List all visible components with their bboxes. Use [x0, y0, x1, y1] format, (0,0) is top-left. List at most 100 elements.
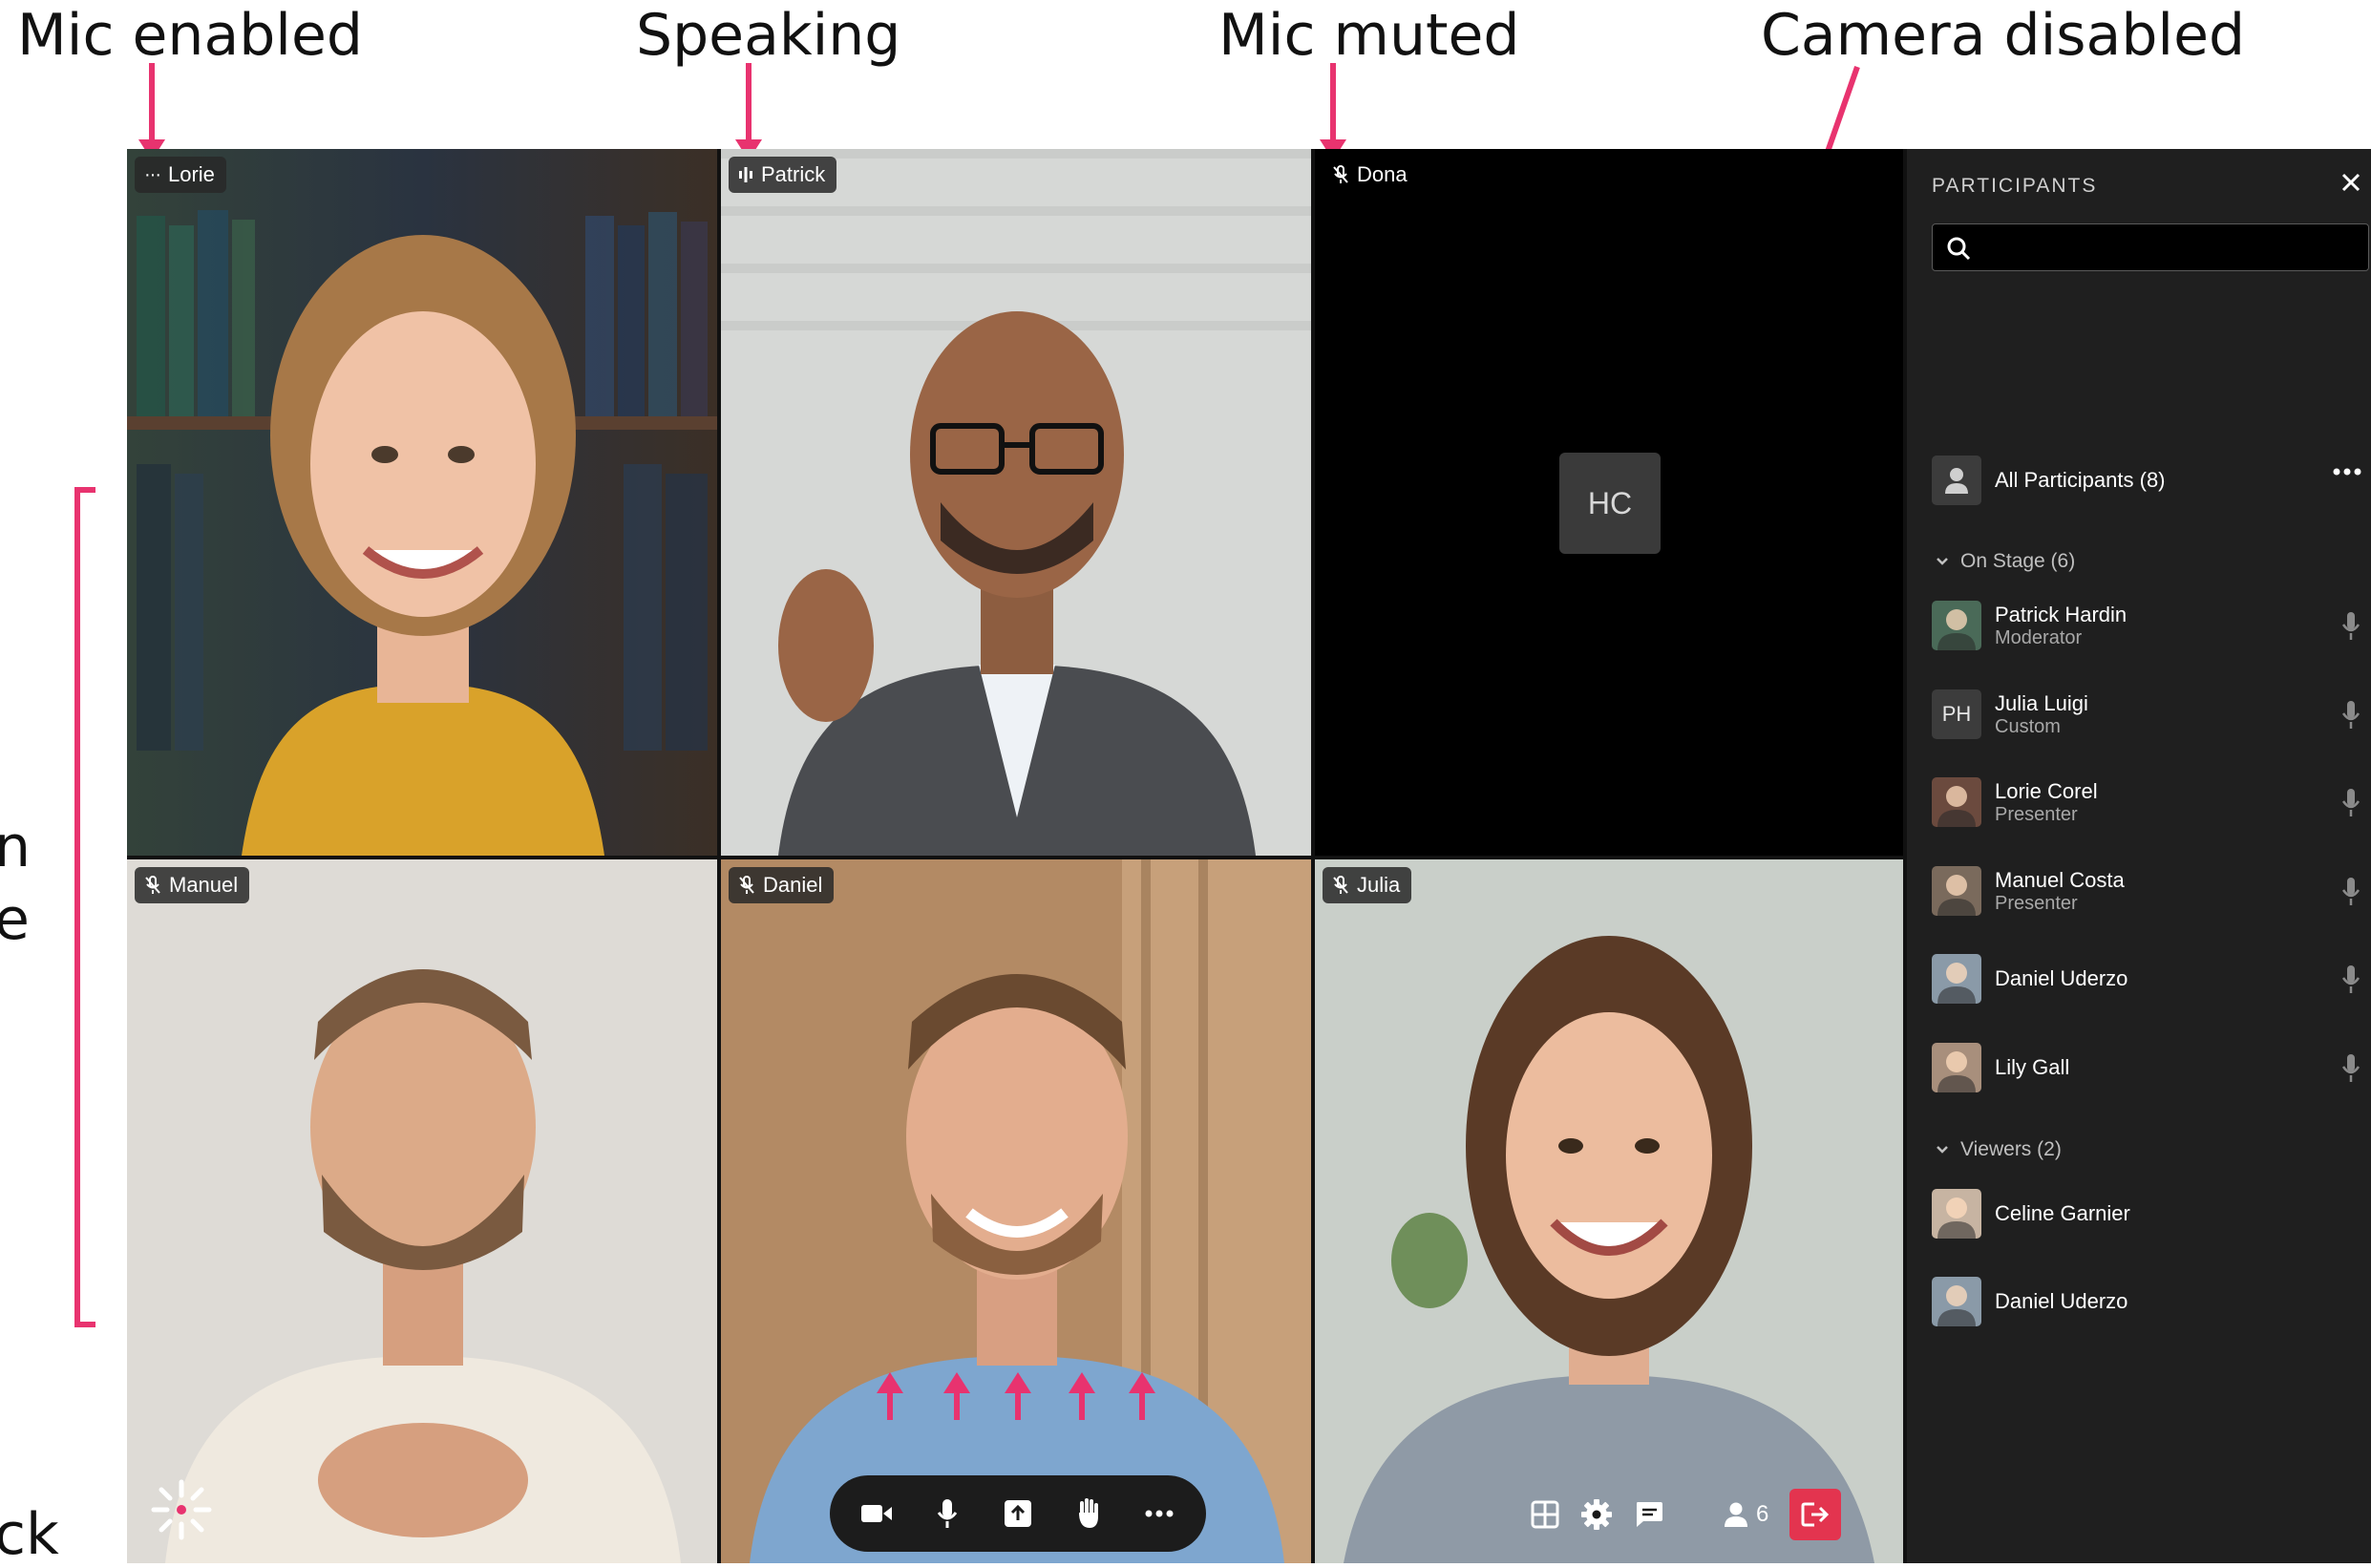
- microphone-icon: [937, 1499, 958, 1528]
- chevron-down-icon: [1937, 558, 1948, 565]
- participant-role: Custom: [1995, 715, 2061, 737]
- video-tile-lorie[interactable]: ··· Lorie: [127, 149, 717, 856]
- avatar-photo: [1937, 874, 1976, 916]
- close-icon[interactable]: [2340, 172, 2361, 193]
- more-icon[interactable]: [2333, 468, 2361, 476]
- avatar-photo: [1937, 1285, 1976, 1326]
- participant-name: Patrick Hardin: [1995, 603, 2128, 626]
- avatar: [1932, 954, 1981, 1004]
- tile-label: Patrick: [729, 157, 837, 193]
- mic-status: [2340, 964, 2361, 1000]
- participant-name: Daniel: [763, 873, 823, 897]
- layout-grid-icon[interactable]: [1531, 1500, 1559, 1529]
- share-screen-button[interactable]: [994, 1490, 1042, 1537]
- mic-muted-icon: [1333, 165, 1348, 183]
- video-tile-julia[interactable]: Julia: [1315, 859, 1903, 1563]
- microphone-icon: [2341, 700, 2360, 729]
- participant-row[interactable]: Celine Garnier: [1932, 1188, 2361, 1240]
- tile-label: Manuel: [135, 867, 250, 903]
- participant-name: Lorie: [167, 162, 215, 186]
- mic-status: [2340, 788, 2361, 823]
- participant-row[interactable]: PH Julia Luigi Custom: [1932, 689, 2361, 740]
- video-tile-daniel[interactable]: Daniel: [721, 859, 1311, 1563]
- mic-muted-icon: [145, 876, 160, 894]
- avatar-photo: [1937, 1197, 1976, 1239]
- participant-video-patrick: [721, 149, 1311, 856]
- participant-name: Celine Garnier: [1995, 1201, 2130, 1225]
- section-label: On Stage (6): [1960, 550, 2076, 572]
- participant-count-button[interactable]: 6: [1724, 1501, 1768, 1528]
- participant-name: Lorie Corel: [1995, 779, 2098, 803]
- annotation-edge-text: ck: [0, 1501, 59, 1568]
- annotation-arrow: [138, 63, 165, 160]
- avatar: [1932, 1277, 1981, 1326]
- mic-status: [2340, 611, 2361, 646]
- participant-name: Manuel: [169, 873, 239, 897]
- on-stage-section-header[interactable]: On Stage (6): [1936, 550, 2075, 573]
- annotation-speaking: Speaking: [636, 2, 901, 69]
- participant-row[interactable]: Manuel Costa Presenter: [1932, 865, 2361, 917]
- avatar-photo: [1937, 1050, 1976, 1092]
- tile-label: Dona: [1323, 157, 1419, 193]
- participant-name: Daniel Uderzo: [1995, 966, 2128, 990]
- participant-row[interactable]: Lorie Corel Presenter: [1932, 776, 2361, 828]
- microphone-icon: [2341, 789, 2360, 816]
- video-tile-patrick[interactable]: Patrick: [721, 149, 1311, 856]
- mic-muted-icon: [1333, 876, 1348, 894]
- video-tile-dona[interactable]: Dona HC: [1315, 149, 1903, 856]
- participant-name: Daniel Uderzo: [1995, 1289, 2128, 1313]
- annotation-edge-text: n: [0, 814, 32, 880]
- avatar: [1932, 456, 1981, 505]
- avatar: [1932, 865, 1981, 916]
- app-logo-icon: [151, 1479, 212, 1540]
- avatar-photo: [1937, 786, 1976, 827]
- participant-row[interactable]: Lily Gall: [1932, 1042, 2361, 1093]
- search-input[interactable]: [1980, 224, 2357, 272]
- chat-icon[interactable]: [1634, 1500, 1664, 1529]
- annotation-arrow: [1069, 1372, 1095, 1420]
- participant-name: Julia Luigi: [1995, 690, 2088, 715]
- participant-row[interactable]: Daniel Uderzo: [1932, 1276, 2361, 1327]
- tile-label: Daniel: [729, 867, 835, 903]
- share-screen-icon: [1005, 1500, 1031, 1527]
- avatar: [1932, 1189, 1981, 1239]
- section-label: Viewers (2): [1960, 1138, 2062, 1160]
- participant-search: [1932, 223, 2369, 272]
- all-participants-row[interactable]: All Participants (8): [1932, 455, 2361, 506]
- participant-video-manuel: [127, 859, 717, 1563]
- participant-video-julia: [1315, 859, 1903, 1563]
- avatar-photo: [1937, 609, 1976, 650]
- participant-row[interactable]: Daniel Uderzo: [1932, 953, 2361, 1005]
- avatar: PH: [1932, 689, 1981, 739]
- avatar: [1932, 601, 1981, 650]
- video-tile-manuel[interactable]: Manuel: [127, 859, 717, 1563]
- settings-icon[interactable]: [1580, 1498, 1613, 1531]
- tile-label: ··· Lorie: [135, 157, 226, 193]
- viewers-section-header[interactable]: Viewers (2): [1936, 1138, 2062, 1161]
- all-participants-label: All Participants (8): [1995, 468, 2166, 492]
- camera-icon: [861, 1505, 892, 1522]
- leave-button[interactable]: [1789, 1489, 1842, 1540]
- leave-icon: [1801, 1502, 1830, 1527]
- camera-button[interactable]: [853, 1490, 900, 1537]
- microphone-button[interactable]: [923, 1490, 971, 1537]
- initials-avatar: HC: [1559, 453, 1661, 554]
- avatar-photo: [1937, 963, 1976, 1004]
- annotation-arrow: [1005, 1372, 1031, 1420]
- meeting-toolbar: [830, 1475, 1206, 1552]
- participant-video-lorie: [127, 149, 717, 856]
- annotation-mic-muted: Mic muted: [1218, 2, 1520, 69]
- microphone-icon: [2341, 612, 2360, 640]
- annotation-arrow: [877, 1372, 903, 1420]
- chevron-down-icon: [1937, 1146, 1948, 1154]
- participants-panel: PARTICIPANTS All Participants (8) On Sta…: [1907, 149, 2371, 1563]
- participant-role: Presenter: [1995, 892, 2078, 914]
- annotation-arrow: [1320, 63, 1346, 160]
- avatar: [1932, 777, 1981, 827]
- annotation-edge-text: e: [0, 886, 30, 953]
- participant-row[interactable]: Patrick Hardin Moderator: [1932, 600, 2361, 651]
- raise-hand-button[interactable]: [1065, 1490, 1112, 1537]
- more-options-button[interactable]: [1135, 1490, 1183, 1537]
- mic-status: [2340, 700, 2361, 735]
- speaking-icon: [739, 167, 752, 182]
